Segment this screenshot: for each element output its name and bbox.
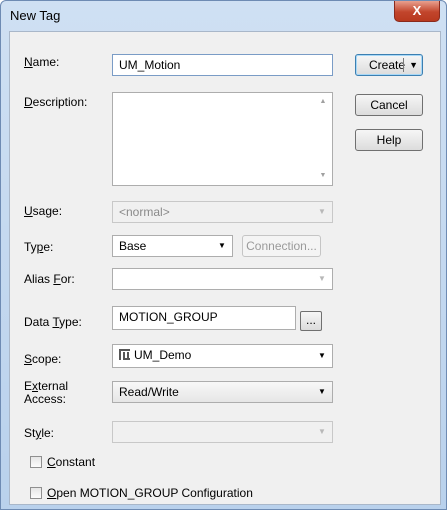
open-config-label[interactable]: Open MOTION_GROUP Configuration [47, 486, 253, 500]
create-button-label: Create [369, 58, 406, 72]
constant-checkbox[interactable] [30, 456, 42, 468]
open-config-checkbox[interactable] [30, 487, 42, 499]
scroll-up-icon[interactable]: ▲ [317, 96, 329, 108]
data-type-label: Data Type: [24, 315, 82, 329]
external-access-value: Read/Write [119, 385, 179, 399]
style-label: Style: [24, 426, 55, 440]
close-button[interactable]: X [394, 1, 440, 22]
scroll-down-icon[interactable]: ▼ [317, 170, 329, 182]
usage-value: <normal> [119, 205, 170, 219]
chevron-down-icon: ▼ [318, 427, 326, 436]
description-textarea[interactable]: ▲ ▼ [112, 92, 333, 186]
controller-icon [119, 349, 130, 360]
constant-label[interactable]: Constant [47, 455, 95, 469]
create-button[interactable]: Create ▼ [355, 54, 423, 76]
scope-select[interactable]: UM_Demo ▼ [112, 344, 333, 368]
chevron-down-icon: ▼ [318, 274, 326, 283]
connection-button[interactable]: Connection... [242, 235, 321, 257]
type-label: Type: [24, 240, 54, 254]
scope-value: UM_Demo [134, 348, 192, 362]
usage-select[interactable]: <normal> ▼ [112, 201, 333, 223]
data-type-input[interactable]: MOTION_GROUP [112, 306, 296, 330]
new-tag-dialog: New Tag X Name: UM_Motion Description: ▲… [0, 0, 447, 510]
chevron-down-icon: ▼ [318, 387, 326, 396]
chevron-down-icon: ▼ [318, 207, 326, 216]
title-bar[interactable]: New Tag X [1, 1, 446, 31]
usage-label: Usage: [24, 204, 63, 218]
cancel-button[interactable]: Cancel [355, 94, 423, 116]
browse-data-type-button[interactable]: ... [300, 311, 322, 331]
type-select[interactable]: Base ▼ [112, 235, 233, 257]
scope-label: Scope: [24, 352, 62, 366]
name-input[interactable]: UM_Motion [112, 54, 333, 76]
dialog-body: Name: UM_Motion Description: ▲ ▼ Usage: … [9, 31, 441, 505]
chevron-down-icon: ▼ [318, 351, 326, 360]
alias-for-select[interactable]: ▼ [112, 268, 333, 290]
help-button[interactable]: Help [355, 129, 423, 151]
style-select[interactable]: ▼ [112, 421, 333, 443]
name-label: Name: [24, 55, 60, 69]
external-access-select[interactable]: Read/Write ▼ [112, 381, 333, 403]
window-title: New Tag [10, 8, 61, 23]
description-label: Description: [24, 95, 88, 109]
external-access-label: External Access: [24, 379, 69, 406]
split-divider [403, 58, 404, 72]
type-value: Base [119, 239, 147, 253]
chevron-down-icon: ▼ [218, 241, 226, 250]
chevron-down-icon[interactable]: ▼ [409, 55, 418, 75]
alias-for-label: Alias For: [24, 272, 75, 286]
